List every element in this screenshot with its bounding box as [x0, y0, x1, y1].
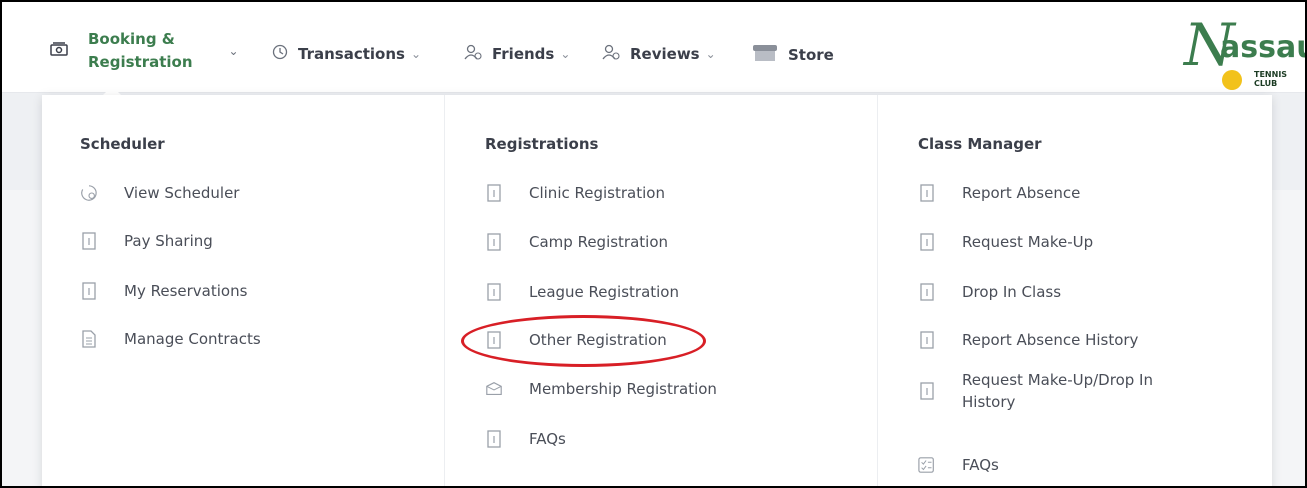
menu-item-other-registration[interactable]: Other Registration	[485, 330, 667, 350]
clock-icon	[80, 183, 98, 203]
document-icon	[485, 183, 503, 203]
logo-subtitle: TENNIS CLUB	[1254, 70, 1288, 88]
menu-item-drop-in-class[interactable]: Drop In Class	[918, 282, 1061, 302]
nav-store-label: Store	[788, 46, 834, 64]
column-title: Registrations	[485, 135, 599, 153]
menu-item-label-line1: Request Make-Up/Drop In	[962, 371, 1153, 389]
menu-column-class-manager: Class Manager Report Absence Request Mak…	[878, 95, 1272, 486]
cash-icon	[50, 42, 68, 60]
menu-item-label: Membership Registration	[529, 380, 717, 398]
tennis-ball-icon	[1222, 70, 1242, 90]
app-window: Booking & Registration ⌄ Transactions ⌄ …	[0, 0, 1307, 488]
document-icon	[485, 282, 503, 302]
menu-item-report-absence-history[interactable]: Report Absence History	[918, 330, 1138, 350]
chevron-down-icon: ⌄	[228, 44, 239, 58]
contract-icon	[80, 329, 98, 349]
document-icon	[918, 381, 936, 401]
menu-item-label: Drop In Class	[962, 283, 1062, 301]
nav-store[interactable]: Store	[752, 44, 834, 66]
menu-item-label: League Registration	[529, 283, 679, 301]
nav-booking-registration[interactable]: Booking & Registration ⌄	[50, 28, 239, 74]
chevron-down-icon: ⌄	[560, 47, 571, 61]
column-title: Scheduler	[80, 135, 165, 153]
menu-item-label: Camp Registration	[529, 233, 669, 251]
history-icon	[272, 44, 288, 64]
menu-item-label-line2: History	[962, 393, 1016, 411]
menu-item-label: Report Absence	[962, 184, 1081, 202]
menu-item-request-make-up[interactable]: Request Make-Up	[918, 232, 1093, 252]
add-user-icon	[602, 44, 620, 64]
document-icon	[918, 232, 936, 252]
chevron-down-icon: ⌄	[705, 47, 716, 61]
nav-reviews[interactable]: Reviews ⌄	[602, 44, 716, 64]
add-user-icon	[464, 44, 482, 64]
menu-item-label: Request Make-Up	[962, 233, 1094, 251]
booking-dropdown-menu: Scheduler View Scheduler Pay Sharing My …	[42, 95, 1272, 486]
nav-transactions[interactable]: Transactions ⌄	[272, 44, 421, 64]
nav-transactions-label: Transactions	[298, 45, 405, 63]
menu-item-my-reservations[interactable]: My Reservations	[80, 281, 247, 301]
menu-item-membership-registration[interactable]: Membership Registration	[485, 379, 717, 399]
menu-item-request-make-up-drop-in-history[interactable]: Request Make-Up/Drop In History	[918, 369, 1153, 413]
menu-item-league-registration[interactable]: League Registration	[485, 282, 679, 302]
menu-item-view-scheduler[interactable]: View Scheduler	[80, 183, 239, 203]
menu-item-label: Report Absence History	[962, 331, 1139, 349]
menu-item-label: My Reservations	[124, 282, 248, 300]
store-icon	[752, 44, 778, 66]
menu-item-clinic-registration[interactable]: Clinic Registration	[485, 183, 665, 203]
menu-item-report-absence[interactable]: Report Absence	[918, 183, 1080, 203]
nav-friends[interactable]: Friends ⌄	[464, 44, 570, 64]
menu-item-camp-registration[interactable]: Camp Registration	[485, 232, 668, 252]
menu-item-label: Other Registration	[529, 331, 667, 349]
document-icon	[918, 330, 936, 350]
box-icon	[485, 379, 503, 399]
top-navigation: Booking & Registration ⌄ Transactions ⌄ …	[2, 2, 1305, 93]
menu-item-label: FAQs	[962, 456, 999, 474]
column-title: Class Manager	[918, 135, 1042, 153]
menu-item-faqs[interactable]: FAQs	[485, 429, 566, 449]
menu-item-label: Pay Sharing	[124, 232, 213, 250]
menu-column-scheduler: Scheduler View Scheduler Pay Sharing My …	[42, 95, 445, 486]
document-icon	[485, 429, 503, 449]
document-icon	[918, 282, 936, 302]
document-icon	[485, 232, 503, 252]
document-icon	[918, 183, 936, 203]
logo-text: assau	[1220, 30, 1305, 65]
menu-column-registrations: Registrations Clinic Registration Camp R…	[445, 95, 878, 486]
nav-booking-label-line1: Booking &	[88, 30, 175, 48]
menu-item-label: View Scheduler	[124, 184, 240, 202]
document-icon	[485, 330, 503, 350]
menu-item-label: Manage Contracts	[124, 330, 261, 348]
menu-item-label: FAQs	[529, 430, 566, 448]
document-icon	[80, 281, 98, 301]
nav-reviews-label: Reviews	[630, 45, 700, 63]
nav-booking-label-line2: Registration	[88, 53, 193, 71]
menu-item-faqs[interactable]: FAQs	[918, 455, 999, 475]
club-logo[interactable]: N assau TENNIS CLUB	[1182, 12, 1305, 92]
menu-item-manage-contracts[interactable]: Manage Contracts	[80, 329, 261, 349]
menu-item-label: Clinic Registration	[529, 184, 665, 202]
menu-item-pay-sharing[interactable]: Pay Sharing	[80, 231, 213, 251]
nav-friends-label: Friends	[492, 45, 555, 63]
chevron-down-icon: ⌄	[410, 47, 422, 61]
document-icon	[80, 231, 98, 251]
checklist-icon	[918, 455, 936, 475]
